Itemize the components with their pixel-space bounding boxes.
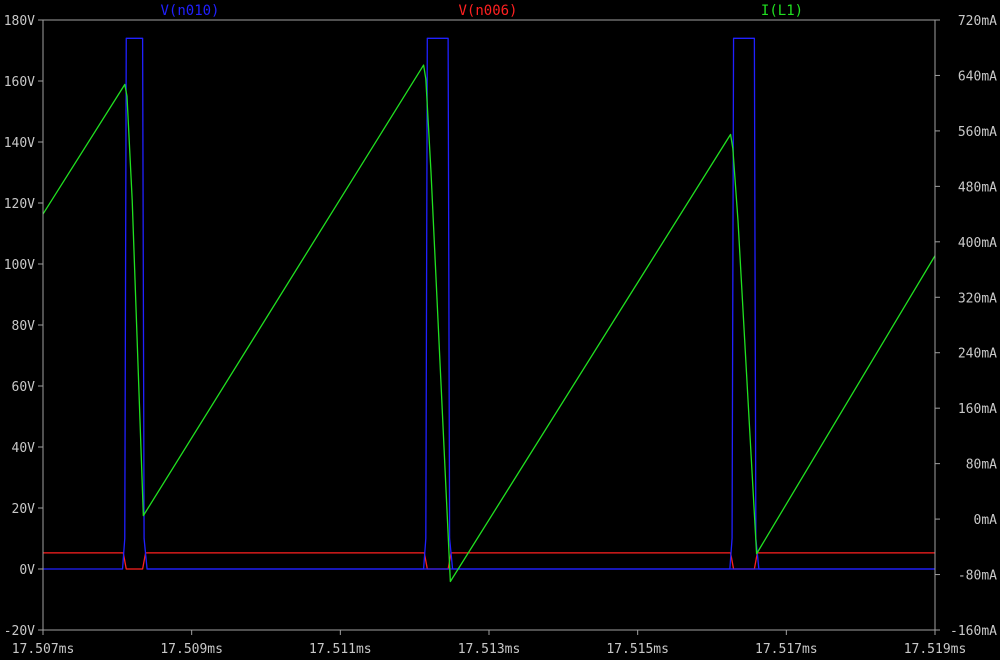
- right-y-axis-ticks: -160mA -80mA 0mA 80mA 160mA 240mA 320mA 400mA 48…: [935, 14, 997, 639]
- left-y-tick-label: 0V: [19, 563, 35, 578]
- left-y-axis-ticks: -20V 0V 20V 40V 60V 80V 100V 120V 140V 160V 180V: [4, 14, 43, 639]
- legend-entry-v-n010[interactable]: V(n010): [160, 3, 219, 19]
- left-y-tick-label: 180V: [4, 14, 35, 29]
- right-y-tick-label: -160mA: [950, 624, 997, 639]
- series-v-n010-line: [452, 37, 935, 570]
- x-tick-label: 17.507ms: [12, 642, 75, 657]
- right-y-tick-label: 400mA: [958, 236, 997, 251]
- left-y-tick-label: 60V: [12, 380, 36, 395]
- series-i-l1-line: [43, 64, 935, 583]
- plot-frame: [42, 19, 936, 631]
- right-y-tick-label: 480mA: [958, 180, 997, 195]
- right-y-tick-label: 640mA: [958, 69, 997, 84]
- left-y-tick-label: 20V: [12, 502, 36, 517]
- right-y-tick-label: 240mA: [958, 347, 997, 362]
- series-v-n010-line: [147, 37, 454, 570]
- right-y-tick-label: 160mA: [958, 402, 997, 417]
- plot-area[interactable]: [43, 37, 935, 583]
- right-y-tick-label: 720mA: [958, 14, 997, 29]
- x-axis-ticks: 17.507ms 17.509ms 17.511ms 17.513ms 17.515ms…: [12, 630, 967, 657]
- right-y-tick-label: 560mA: [958, 125, 997, 140]
- x-tick-label: 17.513ms: [458, 642, 521, 657]
- left-y-tick-label: 100V: [4, 258, 35, 273]
- legend-entry-i-l1[interactable]: I(L1): [761, 3, 803, 19]
- x-tick-label: 17.509ms: [160, 642, 223, 657]
- right-y-tick-label: 0mA: [974, 513, 998, 528]
- series-v-n006-line: [43, 552, 935, 570]
- left-y-tick-label: 140V: [4, 136, 35, 151]
- left-y-tick-label: -20V: [4, 624, 35, 639]
- left-y-tick-label: 160V: [4, 75, 35, 90]
- legend: V(n010) V(n006) I(L1): [160, 3, 803, 19]
- x-tick-label: 17.519ms: [904, 642, 967, 657]
- left-y-tick-label: 40V: [12, 441, 36, 456]
- left-y-tick-label: 80V: [12, 319, 36, 334]
- axes: [42, 19, 936, 631]
- x-tick-label: 17.517ms: [755, 642, 818, 657]
- x-tick-label: 17.515ms: [606, 642, 669, 657]
- legend-entry-v-n006[interactable]: V(n006): [458, 3, 517, 19]
- left-y-tick-label: 120V: [4, 197, 35, 212]
- right-y-tick-label: 320mA: [958, 291, 997, 306]
- x-tick-label: 17.511ms: [309, 642, 372, 657]
- series-v-n010-line: [43, 37, 935, 570]
- waveform-plot: V(n010) V(n006) I(L1) 17.507ms 17.509ms 17.5…: [4, 3, 997, 657]
- right-y-tick-label: 80mA: [966, 458, 997, 473]
- right-y-tick-label: -80mA: [958, 569, 997, 584]
